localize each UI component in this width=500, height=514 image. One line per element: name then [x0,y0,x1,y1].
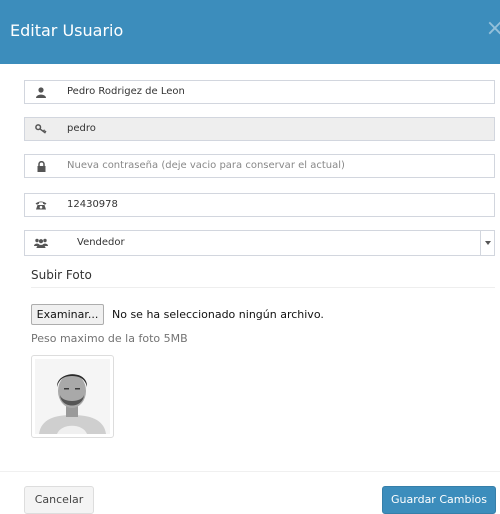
users-icon [25,231,57,255]
name-field-group: Pedro Rodrigez de Leon [24,80,495,104]
footer-divider [0,471,500,472]
modal-title: Editar Usuario [10,21,124,40]
modal-header: Editar Usuario × [0,0,500,64]
phone-icon [25,194,57,216]
close-icon[interactable]: × [486,16,500,41]
photo-thumbnail [31,355,114,438]
lock-icon [25,155,57,177]
file-status-text: No se ha seleccionado ningún archivo. [112,308,324,321]
browse-file-button[interactable]: Examinar... [31,304,104,325]
section-divider [31,287,495,288]
phone-input[interactable]: 12430978 [67,194,118,216]
user-icon [25,81,57,103]
password-field-group: Nueva contraseña (deje vacio para conser… [24,154,495,178]
save-changes-button[interactable]: Guardar Cambios [382,486,496,514]
key-icon [25,118,57,140]
password-input[interactable]: Nueva contraseña (deje vacio para conser… [67,155,345,177]
username-input[interactable]: pedro [67,118,96,140]
cancel-button[interactable]: Cancelar [24,486,94,514]
username-field-group: pedro [24,117,495,141]
phone-field-group: 12430978 [24,193,495,217]
photo-size-help: Peso maximo de la foto 5MB [31,332,188,345]
role-select[interactable]: Vendedor [77,231,125,255]
chevron-down-icon[interactable] [480,231,494,255]
name-input[interactable]: Pedro Rodrigez de Leon [67,81,185,103]
role-field-group: Vendedor [24,230,495,256]
upload-photo-title: Subir Foto [31,268,92,282]
user-photo [35,359,110,434]
